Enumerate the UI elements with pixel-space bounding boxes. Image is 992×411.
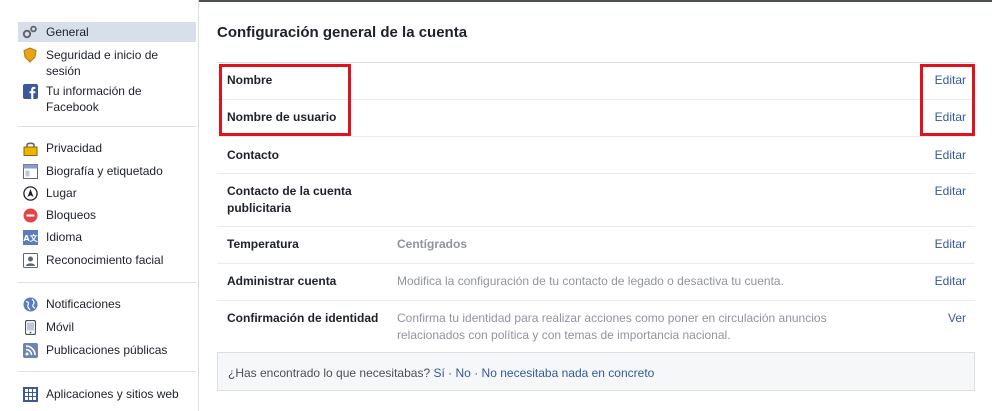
sidebar-item-apps-websites[interactable]: Aplicaciones y sitios web: [18, 386, 196, 402]
view-identity-link[interactable]: Ver: [948, 310, 966, 327]
setting-value: Centígrados: [397, 237, 468, 251]
feedback-separator: ·: [474, 366, 479, 380]
gears-icon: [22, 24, 38, 40]
sidebar-item-general[interactable]: General: [18, 22, 196, 42]
feedback-question: ¿Has encontrado lo que necesitabas?: [228, 366, 431, 380]
language-icon: A文: [22, 229, 38, 245]
sidebar-item-label: Tu información de Facebook: [46, 84, 142, 114]
svg-text:A文: A文: [23, 233, 38, 243]
sidebar-item-label: Reconocimiento facial: [46, 253, 164, 267]
sidebar-item-language[interactable]: A文 Idioma: [18, 229, 196, 245]
edit-temperature-link[interactable]: Editar: [935, 236, 966, 253]
setting-label: Contacto de la cuenta publicitaria: [227, 184, 352, 215]
page-title: Configuración general de la cuenta: [217, 24, 468, 41]
location-icon: [22, 185, 38, 201]
sidebar-item-public-posts[interactable]: Publicaciones públicas: [18, 342, 196, 358]
feedback-not-needed-link[interactable]: No necesitaba nada en concreto: [482, 366, 655, 380]
shield-badge-icon: [22, 47, 38, 63]
setting-label: Contacto: [227, 148, 279, 162]
lock-icon: [22, 140, 38, 156]
timeline-icon: [22, 163, 38, 179]
feedback-yes-link[interactable]: Sí: [433, 366, 444, 380]
sidebar-item-label: Lugar: [46, 186, 77, 200]
feedback-prompt: ¿Has encontrado lo que necesitabas? Sí ·…: [228, 366, 654, 380]
sidebar-divider: [18, 126, 196, 127]
highlight-box-labels: [219, 64, 351, 136]
sidebar-item-blocking[interactable]: Bloqueos: [18, 207, 196, 223]
sidebar-item-face-recognition[interactable]: Reconocimiento facial: [18, 252, 196, 268]
sidebar-item-location[interactable]: Lugar: [18, 185, 196, 201]
setting-row-manage-account: Administrar cuenta Modifica la configura…: [217, 264, 975, 301]
sidebar-item-mobile[interactable]: Móvil: [18, 319, 196, 335]
sidebar-item-label: Privacidad: [46, 141, 103, 155]
sidebar-item-label: Idioma: [46, 230, 83, 244]
sidebar-item-label: Publicaciones públicas: [46, 343, 168, 357]
sidebar-item-label: Seguridad e inicio de sesión: [46, 48, 159, 78]
setting-row-ad-account-contact: Contacto de la cuenta publicitaria Edita…: [217, 174, 975, 227]
feedback-bar: ¿Has encontrado lo que necesitabas? Sí ·…: [217, 352, 975, 391]
setting-value: Confirma tu identidad para realizar acci…: [397, 311, 827, 342]
setting-label: Confirmación de identidad: [227, 311, 379, 325]
setting-label: Administrar cuenta: [227, 274, 337, 288]
highlight-box-actions: [920, 64, 975, 136]
sidebar-divider: [18, 282, 196, 283]
sidebar-item-security[interactable]: Seguridad e inicio de sesión: [18, 47, 196, 79]
sidebar-divider: [18, 371, 196, 372]
feedback-no-link[interactable]: No: [456, 366, 471, 380]
apps-icon: [22, 386, 38, 402]
sidebar-item-label: Biografía y etiquetado: [46, 164, 163, 178]
sidebar-item-label: General: [46, 25, 89, 39]
facebook-icon: [22, 83, 38, 99]
face-recognition-icon: [22, 252, 38, 268]
setting-label: Temperatura: [227, 237, 299, 251]
mobile-icon: [22, 319, 38, 335]
sidebar-item-label: Aplicaciones y sitios web: [46, 387, 179, 401]
sidebar-item-label: Bloqueos: [46, 208, 97, 222]
sidebar-item-notifications[interactable]: Notificaciones: [18, 296, 196, 312]
setting-value: Modifica la configuración de tu contacto…: [397, 274, 784, 288]
settings-sidebar: General Seguridad e inicio de sesión Tu …: [0, 0, 199, 411]
sidebar-item-label: Notificaciones: [46, 297, 121, 311]
setting-row-identity-confirmation: Confirmación de identidad Confirma tu id…: [217, 301, 975, 351]
globe-icon: [22, 296, 38, 312]
sidebar-item-your-facebook-info[interactable]: Tu información de Facebook: [18, 83, 196, 115]
setting-row-temperature: Temperatura Centígrados Editar: [217, 227, 975, 264]
sidebar-item-privacy[interactable]: Privacidad: [18, 140, 196, 156]
sidebar-item-timeline[interactable]: Biografía y etiquetado: [18, 163, 196, 179]
sidebar-item-label: Móvil: [46, 320, 75, 334]
feedback-separator: ·: [448, 366, 453, 380]
edit-manage-account-link[interactable]: Editar: [935, 273, 966, 290]
edit-ad-contact-link[interactable]: Editar: [935, 183, 966, 200]
rss-icon: [22, 342, 38, 358]
setting-row-contact: Contacto Editar: [217, 137, 975, 174]
block-icon: [22, 207, 38, 223]
edit-contact-link[interactable]: Editar: [935, 147, 966, 164]
